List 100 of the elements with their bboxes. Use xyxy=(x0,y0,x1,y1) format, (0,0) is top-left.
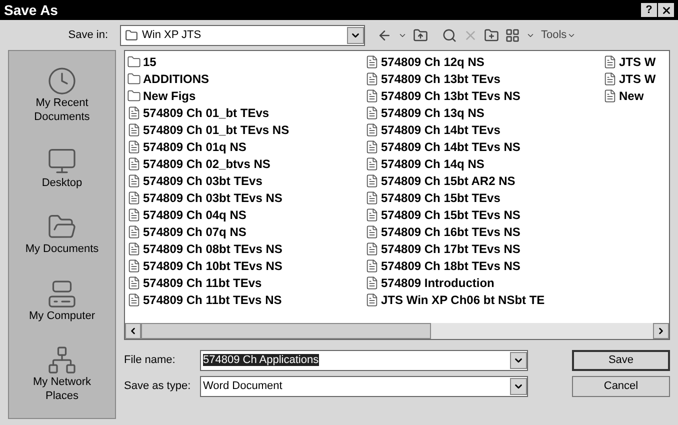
file-item[interactable]: 574809 Ch 07q NS xyxy=(127,223,365,240)
folder-icon xyxy=(127,72,141,86)
file-item[interactable]: 574809 Ch 15bt TEvs NS xyxy=(365,206,603,223)
save-button[interactable]: Save xyxy=(572,350,670,371)
file-item[interactable]: 574809 Ch 11bt TEvs NS xyxy=(127,291,365,308)
document-icon xyxy=(127,224,141,238)
save-as-type-dropdown[interactable]: Word Document xyxy=(200,376,528,397)
document-icon xyxy=(365,156,379,170)
save-as-type-label: Save as type: xyxy=(124,379,192,394)
tools-button[interactable]: Tools xyxy=(541,26,576,44)
document-icon xyxy=(365,174,379,188)
save-in-value: Win XP JTS xyxy=(142,28,202,43)
file-item[interactable]: JTS W xyxy=(603,70,656,87)
document-icon xyxy=(365,88,379,102)
document-icon xyxy=(365,242,379,256)
close-button[interactable] xyxy=(658,3,674,17)
save-as-type-value: Word Document xyxy=(203,379,284,394)
file-item[interactable]: New xyxy=(603,87,656,104)
document-icon xyxy=(365,106,379,120)
document-icon xyxy=(127,106,141,120)
file-item[interactable]: 574809 Ch 02_btvs NS xyxy=(127,155,365,172)
document-icon xyxy=(365,54,379,68)
file-item[interactable]: 574809 Ch 17bt TEvs NS xyxy=(365,240,603,257)
dropdown-button[interactable] xyxy=(510,378,527,395)
file-item[interactable]: 574809 Ch 14bt TEvs xyxy=(365,121,603,138)
document-icon xyxy=(365,190,379,204)
cancel-button[interactable]: Cancel xyxy=(572,376,670,397)
place-item[interactable]: My Computer xyxy=(20,308,104,323)
views-icon[interactable] xyxy=(505,28,520,42)
dropdown-button[interactable] xyxy=(347,26,364,44)
document-icon xyxy=(127,122,141,136)
document-icon xyxy=(127,156,141,170)
document-icon xyxy=(365,276,379,290)
document-icon xyxy=(603,54,617,68)
file-item[interactable]: 574809 Ch 11bt TEvs xyxy=(127,274,365,291)
file-item[interactable]: ADDITIONS xyxy=(127,70,365,87)
file-item[interactable]: 574809 Ch 13q NS xyxy=(365,104,603,121)
file-name-field[interactable]: 574809 Ch Applications xyxy=(200,350,528,371)
document-icon xyxy=(365,72,379,86)
file-item[interactable]: JTS W xyxy=(603,53,656,70)
up-folder-icon[interactable] xyxy=(413,28,428,42)
file-item[interactable]: 574809 Ch 03bt TEvs NS xyxy=(127,189,365,206)
file-item[interactable]: 574809 Introduction xyxy=(365,274,603,291)
back-icon[interactable] xyxy=(377,28,392,42)
scroll-left-icon[interactable] xyxy=(128,326,138,336)
place-item[interactable]: My Recent Documents xyxy=(20,96,104,124)
file-name-value: 574809 Ch Applications xyxy=(203,353,320,368)
file-item[interactable]: 574809 Ch 16bt TEvs NS xyxy=(365,223,603,240)
close-icon xyxy=(660,4,672,16)
file-item[interactable]: 574809 Ch 13bt TEvs xyxy=(365,70,603,87)
save-in-label: Save in: xyxy=(67,28,109,43)
horizontal-scrollbar[interactable] xyxy=(125,323,669,339)
dropdown-button[interactable] xyxy=(510,352,527,369)
file-item[interactable]: JTS Win XP Ch06 bt NSbt TE xyxy=(365,291,603,308)
save-in-dropdown[interactable]: Win XP JTS xyxy=(120,24,365,46)
file-item[interactable]: 574809 Ch 13bt TEvs NS xyxy=(365,87,603,104)
document-icon xyxy=(365,122,379,136)
file-item[interactable]: 574809 Ch 18bt TEvs NS xyxy=(365,257,603,274)
folder-icon xyxy=(127,54,141,68)
document-icon xyxy=(127,242,141,256)
document-icon xyxy=(603,88,617,102)
place-item[interactable]: My Documents xyxy=(20,242,104,256)
search-icon[interactable] xyxy=(442,28,457,42)
document-icon xyxy=(365,292,379,306)
file-item[interactable]: 574809 Ch 14q NS xyxy=(365,155,603,172)
window-title: Save As xyxy=(4,0,58,20)
document-icon xyxy=(127,258,141,272)
scroll-right-icon[interactable] xyxy=(656,326,666,336)
file-item[interactable]: 574809 Ch 01_bt TEvs xyxy=(127,104,365,121)
file-item[interactable]: 574809 Ch 01q NS xyxy=(127,138,365,155)
document-icon xyxy=(127,208,141,222)
document-icon xyxy=(127,292,141,306)
help-button[interactable]: ? xyxy=(641,3,657,17)
document-icon xyxy=(365,208,379,222)
folder-icon xyxy=(127,88,141,102)
file-item[interactable]: 574809 Ch 03bt TEvs xyxy=(127,172,365,189)
file-item[interactable]: 574809 Ch 15bt TEvs xyxy=(365,189,603,206)
place-item[interactable]: Desktop xyxy=(20,176,104,190)
file-item[interactable]: 574809 Ch 14bt TEvs NS xyxy=(365,138,603,155)
network-computer-icon xyxy=(47,344,77,375)
file-item[interactable]: New Figs xyxy=(127,87,365,104)
document-icon xyxy=(603,72,617,86)
document-icon xyxy=(127,140,141,154)
scrollbar-thumb[interactable] xyxy=(141,323,431,339)
document-icon xyxy=(127,174,141,188)
file-item[interactable]: 15 xyxy=(127,53,365,70)
document-icon xyxy=(365,140,379,154)
document-icon xyxy=(365,224,379,238)
file-item[interactable]: 574809 Ch 12q NS xyxy=(365,53,603,70)
document-icon xyxy=(365,258,379,272)
file-item[interactable]: 574809 Ch 01_bt TEvs NS xyxy=(127,121,365,138)
place-item[interactable]: My Network Places xyxy=(20,374,104,403)
file-item[interactable]: 574809 Ch 15bt AR2 NS xyxy=(365,172,603,189)
document-icon xyxy=(127,276,141,290)
file-item[interactable]: 574809 Ch 10bt TEvs NS xyxy=(127,257,365,274)
document-icon xyxy=(127,190,141,204)
folder-icon xyxy=(125,28,138,42)
new-folder-icon[interactable] xyxy=(484,28,499,42)
file-item[interactable]: 574809 Ch 04q NS xyxy=(127,206,365,223)
file-item[interactable]: 574809 Ch 08bt TEvs NS xyxy=(127,240,365,257)
